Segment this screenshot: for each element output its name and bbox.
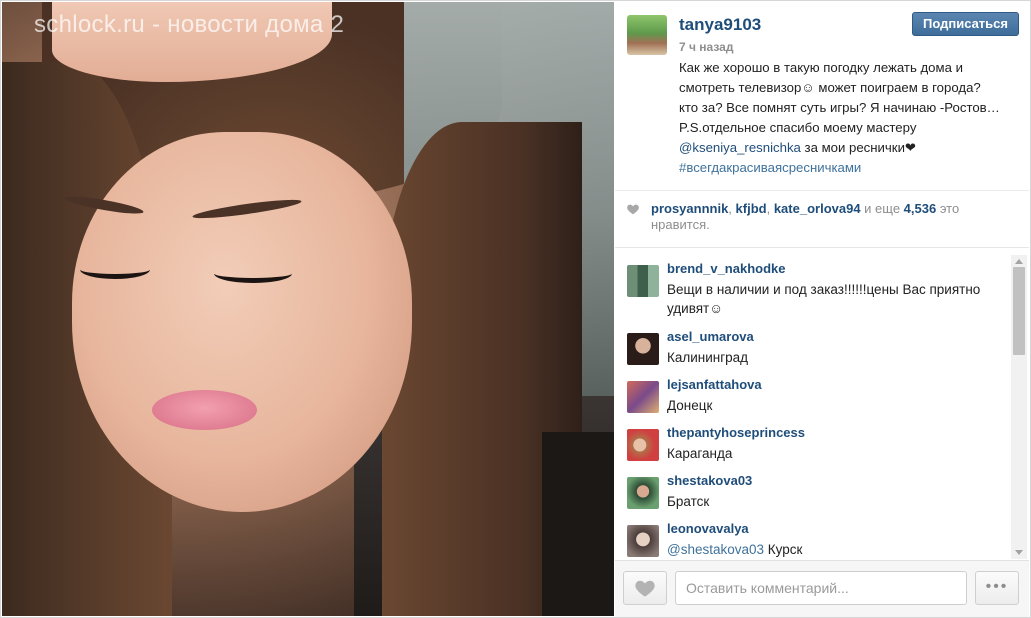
commenter-avatar[interactable] (627, 381, 659, 413)
caption-line: @kseniya_resnichka за мои реснички❤ (679, 138, 1015, 158)
comment-composer: ••• (615, 560, 1029, 617)
photo-shadow (542, 432, 614, 616)
post-details-panel: tanya9103 7 ч назад Подписаться Как же х… (615, 2, 1029, 617)
liker-username[interactable]: prosyannnik (651, 201, 728, 216)
more-options-button[interactable]: ••• (975, 571, 1019, 605)
post-photo[interactable]: schlock.ru - новости дома 2 (2, 2, 614, 616)
post-header: tanya9103 7 ч назад Подписаться Как же х… (615, 2, 1029, 191)
comment-text: Вещи в наличии и под заказ!!!!!!цены Вас… (667, 282, 981, 316)
commenter-avatar[interactable] (627, 333, 659, 365)
like-button[interactable] (623, 571, 667, 605)
comment-mention-link[interactable]: @shestakova03 (667, 542, 764, 557)
comment-text: Донецк (667, 398, 713, 413)
commenter-avatar[interactable] (627, 429, 659, 461)
commenter-username[interactable]: lejsanfattahova (667, 377, 762, 392)
comments-list[interactable]: brend_v_nakhodke Вещи в наличии и под за… (615, 255, 1011, 557)
comment-input[interactable] (675, 571, 967, 605)
caption-line: P.S.отдельное спасибо моему мастеру (679, 120, 917, 135)
post-timestamp[interactable]: 7 ч назад (679, 40, 733, 54)
commenter-username[interactable]: thepantyhoseprincess (667, 425, 805, 440)
photo-face (72, 132, 412, 512)
commenter-username[interactable]: asel_umarova (667, 329, 754, 344)
caption-mention-link[interactable]: @kseniya_resnichka (679, 140, 801, 155)
commenter-avatar[interactable] (627, 265, 659, 297)
post-caption: Как же хорошо в такую погодку лежать дом… (679, 58, 1015, 178)
comment-text: Калининград (667, 350, 749, 365)
scroll-down-arrow-icon[interactable] (1015, 550, 1023, 555)
commenter-avatar[interactable] (627, 477, 659, 509)
scroll-up-arrow-icon[interactable] (1015, 259, 1023, 264)
scroll-thumb[interactable] (1013, 267, 1025, 355)
photo-left-eye (80, 260, 150, 279)
likes-section: prosyannnik, kfjbd, kate_orlova94 и еще … (615, 191, 1029, 248)
heart-icon (627, 204, 639, 215)
likes-count[interactable]: 4,536 (904, 201, 937, 216)
author-username[interactable]: tanya9103 (679, 15, 761, 35)
caption-line: смотреть телевизор☺ может поиграем в гор… (679, 80, 981, 95)
caption-hashtag-link[interactable]: #всегдакрасиваясресничками (679, 158, 1015, 178)
commenter-username[interactable]: shestakova03 (667, 473, 752, 488)
photo-lips (152, 390, 257, 430)
likes-more-text: и еще (860, 201, 904, 216)
likes-separator: , (728, 201, 736, 216)
liker-username[interactable]: kfjbd (736, 201, 767, 216)
liker-username[interactable]: kate_orlova94 (774, 201, 861, 216)
commenter-username[interactable]: leonovavalya (667, 521, 749, 536)
follow-button[interactable]: Подписаться (912, 12, 1019, 36)
caption-line: кто за? Все помнят суть игры? Я начинаю … (679, 100, 1000, 115)
author-avatar[interactable] (627, 15, 667, 55)
watermark-text: schlock.ru - новости дома 2 (34, 11, 345, 38)
likes-text: prosyannnik, kfjbd, kate_orlova94 и еще … (651, 201, 1021, 233)
caption-line: Как же хорошо в такую погодку лежать дом… (679, 60, 963, 75)
caption-text: за мои реснички❤ (800, 140, 916, 155)
comments-scrollbar[interactable] (1011, 255, 1027, 559)
comment-text: Караганда (667, 446, 733, 461)
comment-text-rest: Курск (764, 542, 803, 557)
heart-icon (635, 580, 655, 597)
comment-text: @shestakova03 Курск (667, 540, 997, 557)
commenter-avatar[interactable] (627, 525, 659, 557)
likes-separator: , (766, 201, 774, 216)
photo-right-eye (214, 264, 292, 283)
comment-text: Братск (667, 494, 710, 509)
commenter-username[interactable]: brend_v_nakhodke (667, 261, 786, 276)
